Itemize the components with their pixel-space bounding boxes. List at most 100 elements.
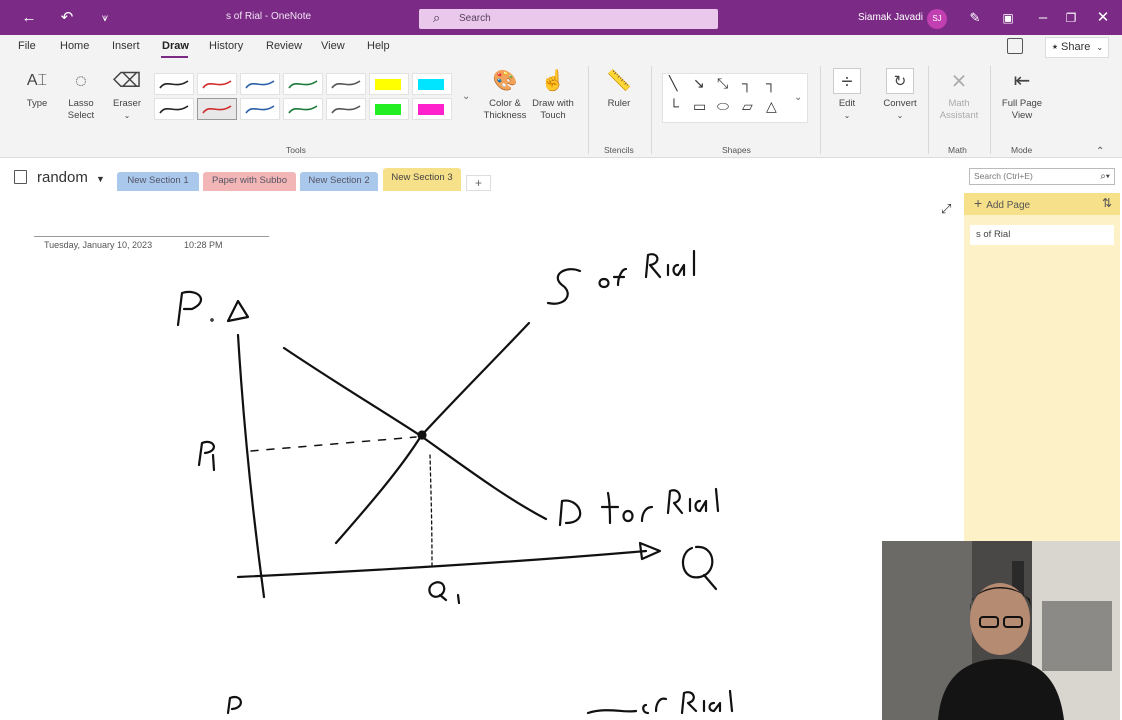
menu-insert[interactable]: Insert [112,40,140,52]
line-shape-icon[interactable]: ╲ [669,75,677,92]
notebook-search-input[interactable]: Search (Ctrl+E) ⌕▾ [969,168,1115,185]
edit-button[interactable]: ÷ Edit ⌄ [828,68,866,122]
pen-swatch[interactable] [154,98,194,120]
pen-swatch[interactable] [412,73,452,95]
menu-review[interactable]: Review [266,40,302,52]
ruler-button[interactable]: 📏 Ruler [600,68,638,110]
sort-icon[interactable]: ⇅ [1102,196,1112,210]
notebook-selector[interactable]: random ▼ [14,169,105,186]
collapse-ribbon-icon[interactable]: ⌃ [1096,146,1104,157]
search-input[interactable]: ⌕ Search [419,9,718,29]
axis-shape-icon[interactable]: ┐ [742,75,752,91]
menu-view[interactable]: View [321,40,345,52]
eraser-tool[interactable]: ⌫ Eraser ⌄ [108,68,146,122]
ribbon-divider [820,66,821,154]
ruler-label: Ruler [607,98,631,109]
color-thickness-button[interactable]: 🎨 Color & Thickness [482,68,528,122]
menu-history[interactable]: History [209,40,243,52]
highlighter-icon [418,104,444,115]
parallelogram-shape-icon[interactable]: ▱ [742,98,753,115]
rectangle-shape-icon[interactable]: ▭ [693,98,706,115]
active-tab-indicator [161,56,188,58]
lasso-icon: ◌ [75,70,87,92]
section-tab[interactable]: New Section 2 [300,172,378,191]
section-tab[interactable]: New Section 3 [383,168,461,191]
pen-swatch[interactable] [412,98,452,120]
convert-icon: ↻ [886,68,914,94]
menu-draw[interactable]: Draw [162,40,189,52]
draw-with-touch-button[interactable]: ☝ Draw with Touch [530,68,576,122]
shapes-more-icon[interactable]: ⌄ [794,92,802,103]
menu-file[interactable]: File [18,40,36,52]
full-page-icon: ⇤ [1013,70,1031,92]
notebooks-icon[interactable] [1007,38,1023,54]
lasso-label: Lasso Select [67,98,95,121]
pen-swatch[interactable] [326,73,366,95]
pen-swatch[interactable] [283,98,323,120]
axis-arrow-shape-icon[interactable]: ┐ [766,75,776,91]
group-label-shapes: Shapes [722,145,751,155]
ellipse-shape-icon[interactable]: ⬭ [717,98,729,115]
pen-stroke-icon [159,105,189,114]
ink-s-of-rial [546,249,696,305]
convert-button[interactable]: ↻ Convert ⌄ [878,68,922,122]
full-page-view-button[interactable]: ⇤ Full Page View [998,68,1046,122]
back-icon[interactable]: ← [16,6,42,30]
ribbon-divider [588,66,589,154]
restore-icon[interactable]: ❐ [1058,6,1084,30]
section-tab[interactable]: Paper with Subbo [203,172,296,191]
group-label-math: Math [948,145,967,155]
ink-subscript-1-q [456,593,461,605]
share-button[interactable]: ⭑ Share ⌄ [1045,37,1109,58]
pen-swatch[interactable] [197,98,237,120]
minimize-icon[interactable]: – [1030,6,1056,30]
pen-swatch[interactable] [369,98,409,120]
pen-stroke-icon [245,105,275,114]
close-icon[interactable]: ✕ [1090,6,1116,30]
pen-swatch[interactable] [240,98,280,120]
pen-stroke-icon [159,80,189,89]
edit-icon: ÷ [833,68,861,94]
quick-access-dropdown-icon[interactable]: ⩛ [92,6,118,30]
pen-swatch[interactable] [283,73,323,95]
undo-icon[interactable]: ↶ [54,6,80,30]
pen-swatch[interactable] [197,73,237,95]
pen-sketch-icon[interactable]: ✎ [962,6,988,30]
double-arrow-shape-icon[interactable]: ⤡ [717,75,728,92]
corner-shape-icon[interactable]: └ [669,98,679,114]
arrow-shape-icon[interactable]: ↘ [693,75,705,92]
pen-swatch[interactable] [154,73,194,95]
full-screen-icon[interactable]: ▣ [995,6,1021,30]
pen-swatch[interactable] [240,73,280,95]
user-name[interactable]: Siamak Javadi [858,12,923,23]
menu-help[interactable]: Help [367,40,390,52]
math-assistant-button[interactable]: ⨯ Math Assistant [936,68,982,122]
page-canvas[interactable]: Tuesday, January 10, 2023 10:28 PM ⤢ [6,193,963,720]
ink-dashed-quantity-line [429,454,433,566]
pen-stroke-icon [202,80,232,89]
pen-swatch[interactable] [369,73,409,95]
ink-y-axis-arrow [226,299,250,323]
avatar[interactable]: SJ [927,9,947,29]
lasso-select-tool[interactable]: ◌ Lasso Select [62,68,100,122]
add-page-button[interactable]: + Add Page [964,193,1120,215]
chevron-down-icon: ⌄ [843,111,851,120]
pen-swatch[interactable] [326,98,366,120]
document-title: s of Rial - OneNote [226,11,312,22]
chevron-down-icon: ⌄ [1096,43,1104,52]
ribbon-divider [651,66,652,154]
add-section-button[interactable]: + [466,175,491,191]
webcam-overlay [882,541,1120,720]
ribbon-divider [990,66,991,154]
pen-gallery-more-icon[interactable]: ⌄ [462,91,470,102]
ink-demand-curve [282,346,548,521]
search-placeholder: Search [459,13,491,24]
section-tab[interactable]: New Section 1 [117,172,199,191]
type-tool[interactable]: A⌶ Type [20,68,54,110]
menu-bar: File Home Insert Draw History Review Vie… [0,35,1122,61]
triangle-shape-icon[interactable]: △ [766,98,777,115]
ribbon-divider [928,66,929,154]
page-list-item[interactable]: s of Rial [970,225,1114,245]
edit-label: Edit [838,98,856,109]
menu-home[interactable]: Home [60,40,89,52]
